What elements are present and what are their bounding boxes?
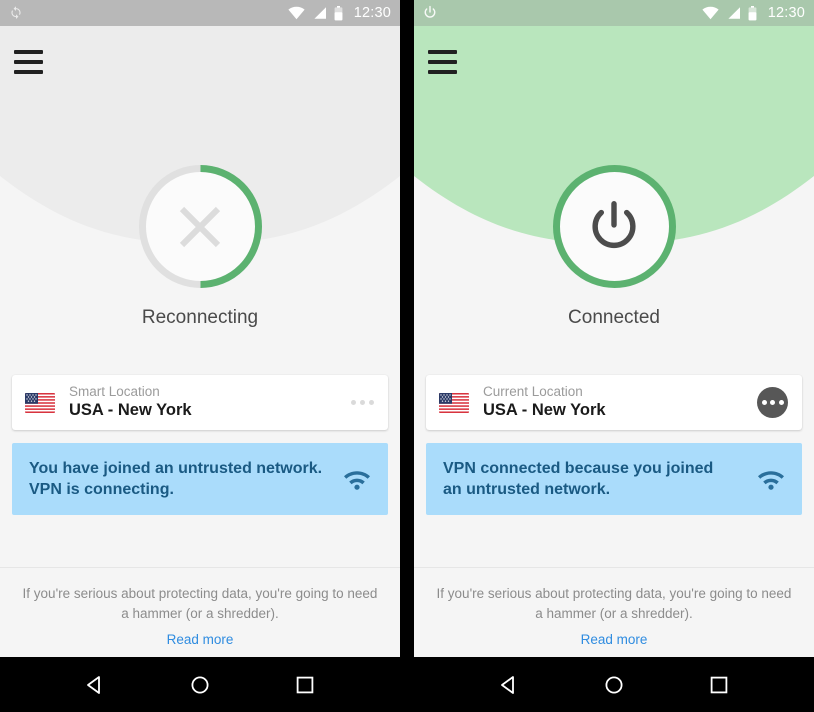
connection-status-label: Connected [568, 307, 660, 328]
home-button[interactable] [183, 668, 217, 702]
wifi-icon [288, 6, 305, 20]
location-text-group: Current Location USA - New York [483, 384, 757, 420]
connection-dial-wrapper [0, 161, 400, 292]
android-status-bar: 12:30 [0, 0, 400, 26]
hamburger-bar [14, 50, 43, 54]
hero-section: Connected [414, 26, 814, 336]
read-more-link[interactable]: Read more [167, 632, 234, 647]
dial-glyph [135, 161, 266, 292]
power-icon [424, 5, 436, 18]
phone-screen-reconnecting: 12:30 Reconnecting Smart Location USA - … [0, 0, 400, 712]
location-kicker: Smart Location [69, 384, 160, 400]
home-circle-icon [191, 676, 209, 693]
android-status-bar: 12:30 [414, 0, 814, 26]
home-circle-icon [605, 676, 623, 693]
battery-icon [334, 5, 343, 20]
dot [761, 400, 767, 405]
connection-dial-wrapper [414, 161, 814, 292]
phone-screen-connected: 12:30 Connected Current Location USA - N… [414, 0, 814, 712]
dot [369, 400, 374, 405]
network-notification-banner[interactable]: You have joined an untrusted network. VP… [12, 443, 388, 515]
banner-message: You have joined an untrusted network. VP… [29, 459, 323, 498]
connection-dial-reconnecting[interactable] [135, 161, 266, 292]
recents-button[interactable] [702, 668, 736, 702]
back-button[interactable] [492, 668, 526, 702]
android-navigation-bar [0, 657, 400, 712]
hamburger-bar [428, 70, 457, 74]
usa-flag-icon [439, 392, 469, 413]
status-bar-clock: 12:30 [353, 4, 391, 21]
main-content-area: Current Location USA - New York VPN conn… [414, 336, 814, 567]
location-kicker: Current Location [483, 384, 583, 400]
back-button[interactable] [78, 668, 112, 702]
close-x-icon [179, 206, 221, 247]
usa-flag-icon [25, 392, 55, 413]
footer-promo: If you're serious about protecting data,… [0, 567, 400, 657]
dot [770, 400, 775, 405]
status-bar-icons: 12:30 [702, 4, 805, 21]
read-more-link[interactable]: Read more [581, 632, 648, 647]
dot [778, 400, 784, 405]
more-options-icon[interactable] [757, 387, 788, 418]
dial-glyph [549, 161, 680, 292]
dot [351, 400, 356, 405]
main-content-area: Smart Location USA - New York You have j… [0, 336, 400, 567]
location-name: USA - New York [69, 400, 192, 419]
hero-section: Reconnecting [0, 26, 400, 336]
hamburger-bar [428, 50, 457, 54]
wifi-icon [702, 6, 719, 20]
recents-button[interactable] [288, 668, 322, 702]
status-bar-clock: 12:30 [767, 4, 805, 21]
signal-icon [728, 7, 740, 19]
recents-square-icon [297, 676, 314, 693]
power-icon [592, 200, 636, 248]
network-notification-banner[interactable]: VPN connected because you joined an untr… [426, 443, 802, 515]
hamburger-menu-icon[interactable] [14, 46, 50, 78]
recents-square-icon [711, 676, 728, 693]
location-card[interactable]: Current Location USA - New York [426, 375, 802, 430]
location-card[interactable]: Smart Location USA - New York [12, 375, 388, 430]
home-button[interactable] [597, 668, 631, 702]
signal-icon [314, 7, 326, 19]
wifi-icon [344, 471, 370, 490]
back-triangle-icon [86, 675, 100, 694]
hamburger-bar [428, 60, 457, 64]
banner-message: VPN connected because you joined an untr… [443, 459, 714, 498]
android-navigation-bar [414, 657, 814, 712]
hamburger-bar [14, 60, 43, 64]
dot [360, 400, 365, 405]
more-options-icon[interactable] [351, 400, 374, 405]
wifi-icon [758, 471, 784, 490]
sync-icon [11, 6, 21, 19]
back-triangle-icon [500, 675, 514, 694]
connection-status-label: Reconnecting [141, 307, 259, 328]
connection-dial-connected[interactable] [549, 161, 680, 292]
status-bar-icons: 12:30 [288, 4, 391, 21]
location-name: USA - New York [483, 400, 606, 419]
location-text-group: Smart Location USA - New York [69, 384, 351, 420]
footer-promo: If you're serious about protecting data,… [414, 567, 814, 657]
battery-icon [748, 5, 757, 20]
footer-tagline: If you're serious about protecting data,… [22, 586, 378, 621]
hamburger-menu-icon[interactable] [428, 46, 464, 78]
dual-screenshot-comparison: 12:30 Reconnecting Smart Location USA - … [0, 0, 814, 712]
footer-tagline: If you're serious about protecting data,… [436, 586, 792, 621]
hamburger-bar [14, 70, 43, 74]
